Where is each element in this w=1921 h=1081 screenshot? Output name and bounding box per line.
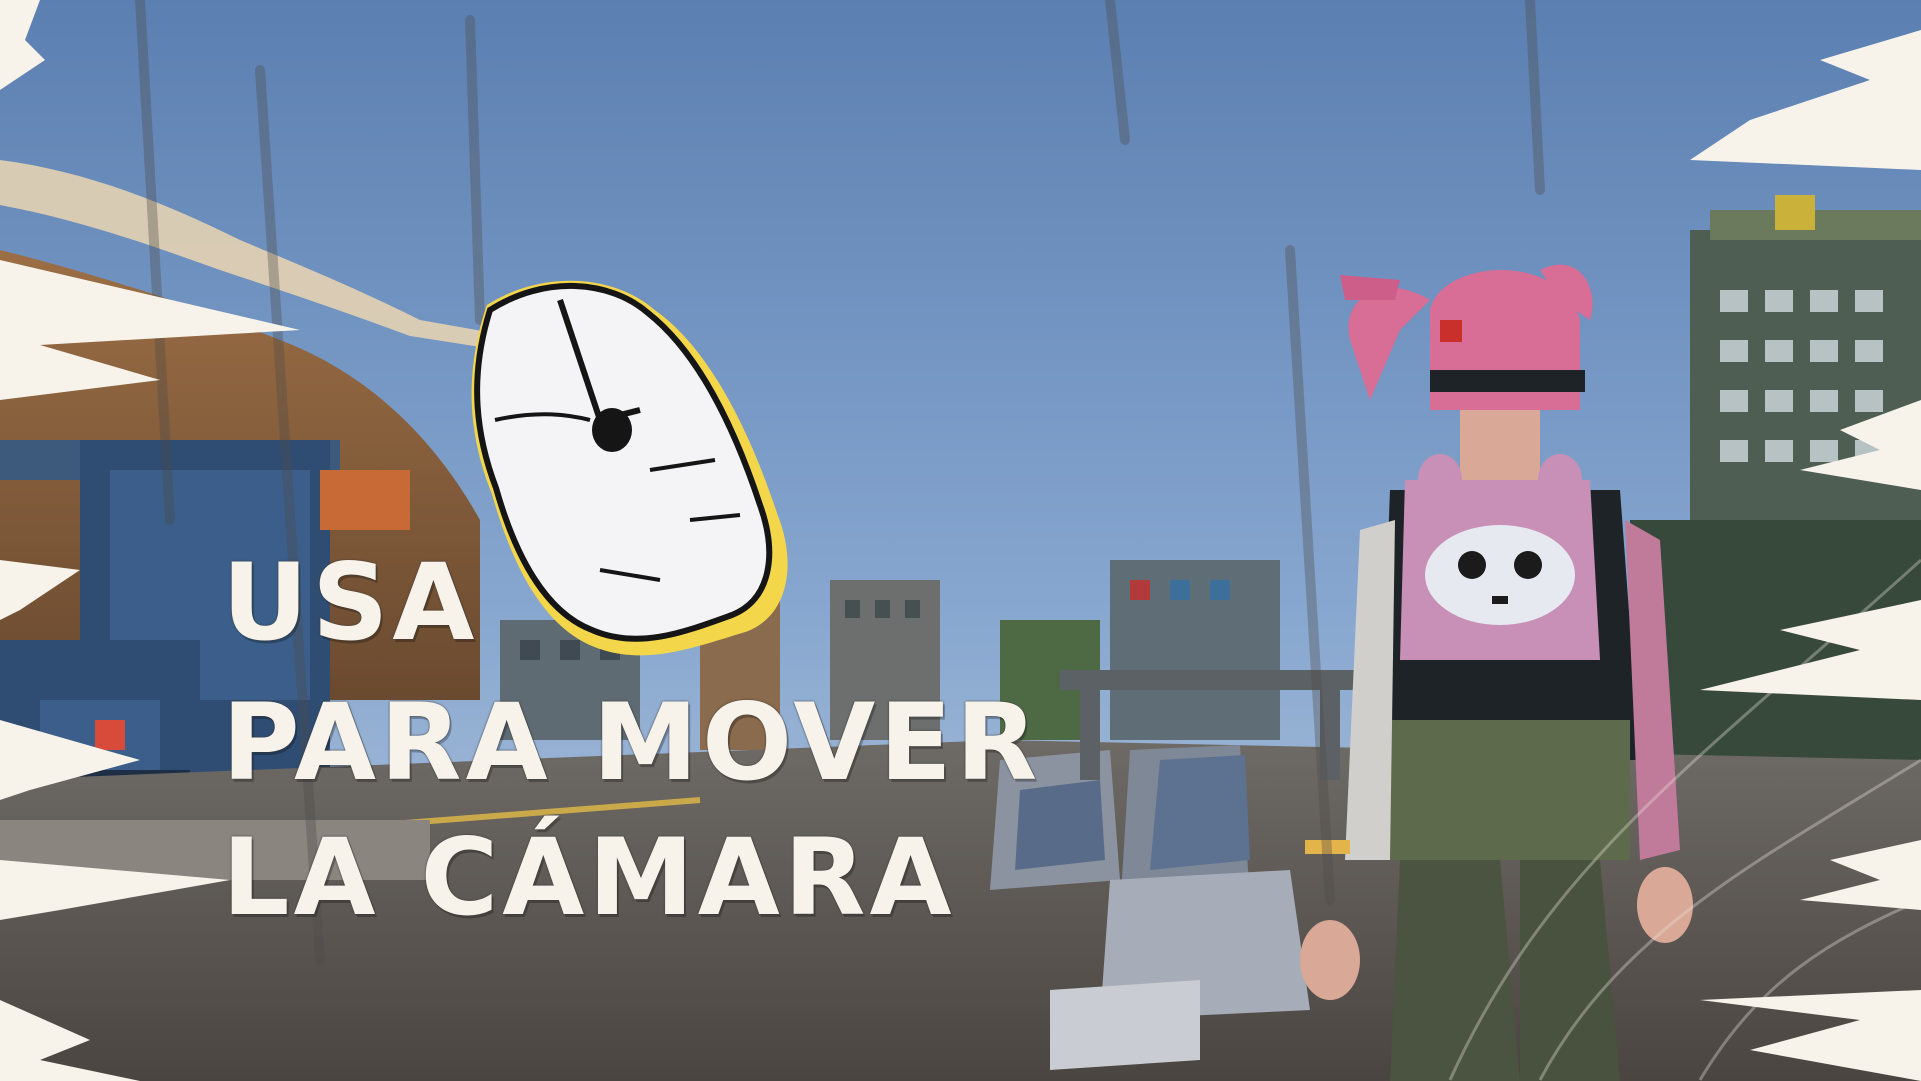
tutorial-line-2: PARA MOVER — [222, 681, 1042, 804]
tutorial-line-1: USA — [222, 541, 479, 664]
tutorial-line-3: LA CÁMARA — [222, 816, 956, 939]
game-screen: USA PARA MOVER LA CÁMARA — [0, 0, 1921, 1081]
